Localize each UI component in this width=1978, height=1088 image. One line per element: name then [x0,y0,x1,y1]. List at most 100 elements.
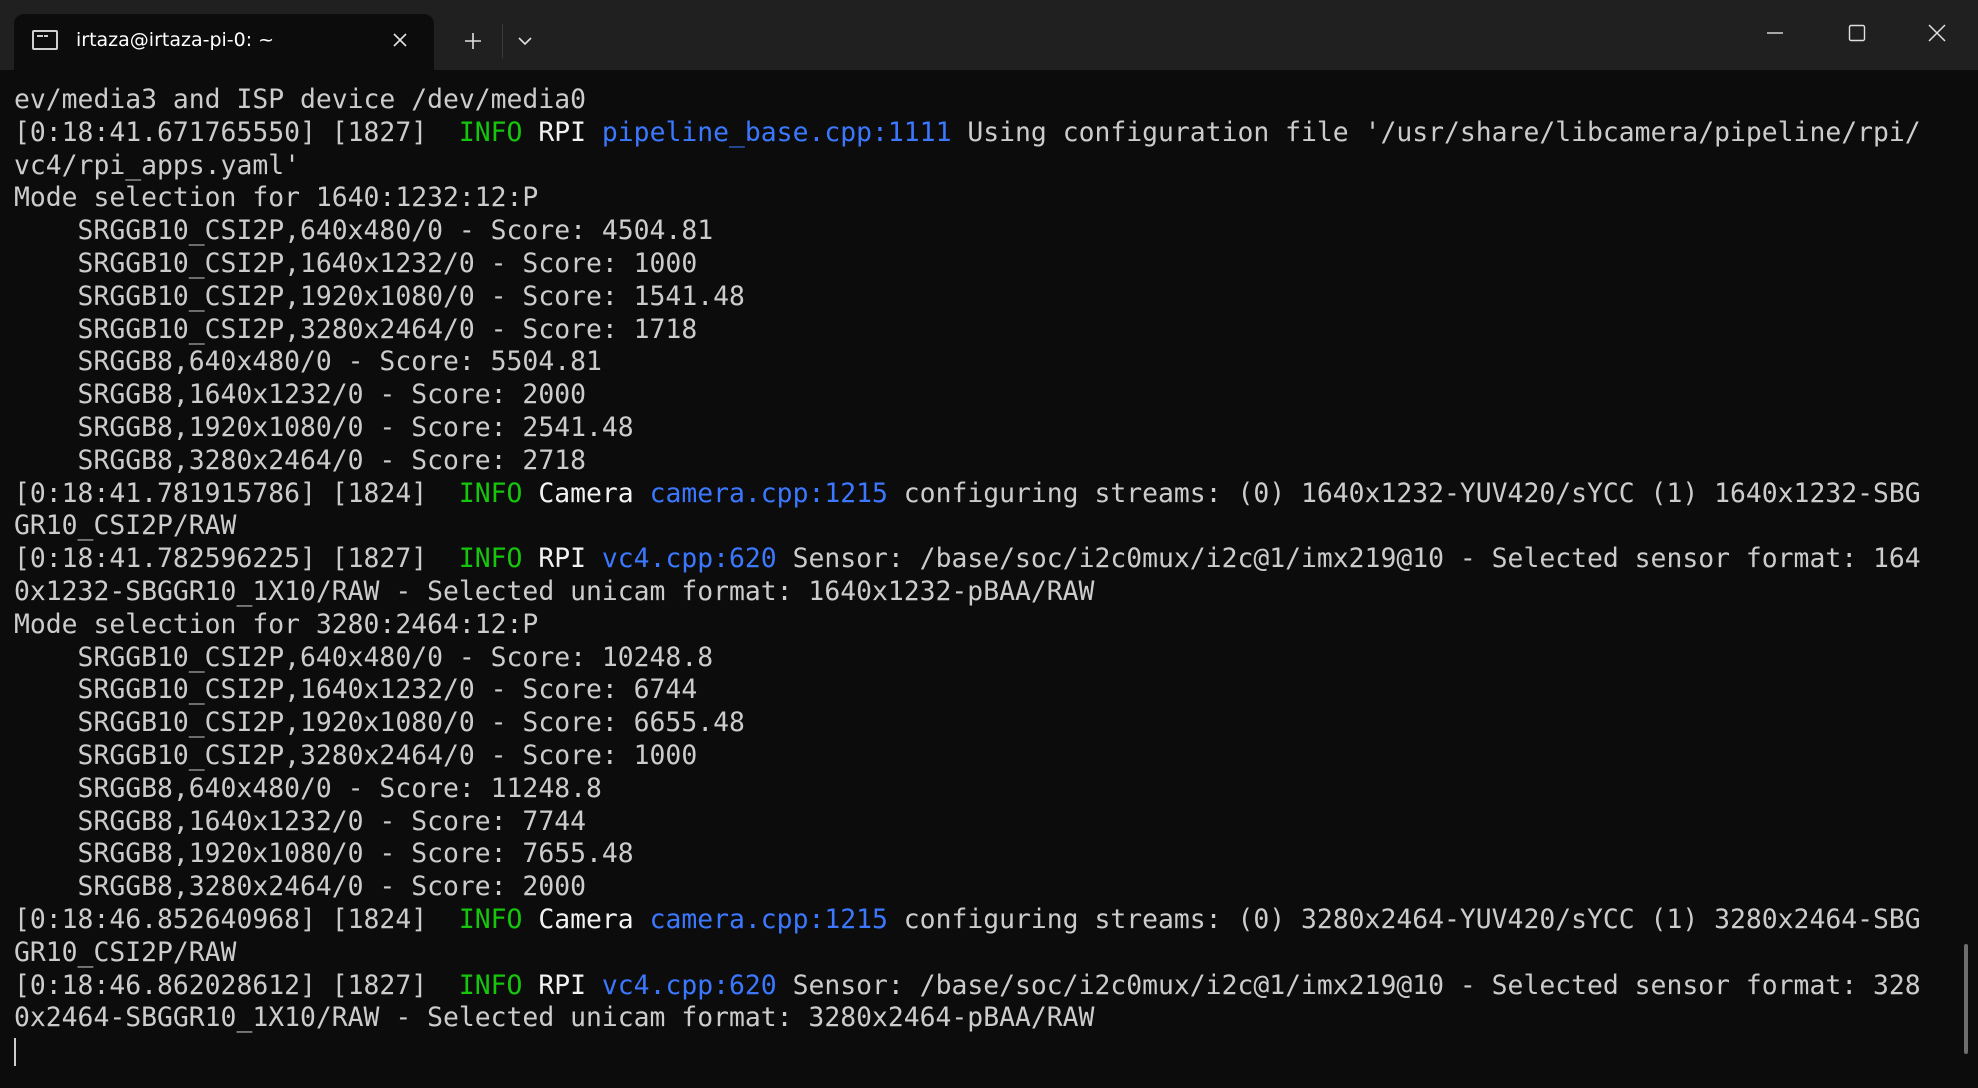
plus-icon [465,33,481,49]
prompt-line[interactable] [14,1035,1944,1068]
terminal-output[interactable]: ev/media3 and ISP device /dev/media0 [0:1… [14,84,1944,1084]
log-line: [0:18:46.862028612] [1827] INFO RPI vc4.… [14,970,1944,1003]
terminal-icon [32,30,58,50]
log-line: [0:18:41.781915786] [1824] INFO Camera c… [14,478,1944,511]
terminal-line: GR10_CSI2P/RAW [14,510,1944,543]
tab-title: irtaza@irtaza-pi-0: ~ [76,29,275,51]
terminal-line: 0x1232-SBGGR10_1X10/RAW - Selected unica… [14,576,1944,609]
tab-separator [502,24,503,58]
terminal-line-text: Mode selection for 1640:1232:12:P [14,182,539,214]
terminal-line-text: vc4/rpi_apps.yaml' [14,149,300,181]
terminal-line-text: SRGGB8,1920x1080/0 - Score: 2541.48 [14,411,634,443]
log-message: Sensor: /base/soc/i2c0mux/i2c@1/imx219@1… [776,969,1921,1001]
terminal-line-text: SRGGB8,640x480/0 - Score: 5504.81 [14,346,602,378]
terminal-line-text: SRGGB8,3280x2464/0 - Score: 2000 [14,871,586,903]
terminal-line-text: SRGGB10_CSI2P,1640x1232/0 - Score: 1000 [14,247,698,279]
log-line: [0:18:41.671765550] [1827] INFO RPI pipe… [14,117,1944,150]
terminal-line-text: SRGGB10_CSI2P,640x480/0 - Score: 10248.8 [14,641,714,673]
log-level: INFO [458,903,523,935]
close-icon [393,33,407,47]
log-category: RPI [538,116,587,148]
minimize-icon [1767,32,1783,34]
maximize-button[interactable] [1816,0,1898,66]
terminal-line: SRGGB10_CSI2P,1640x1232/0 - Score: 1000 [14,248,1944,281]
terminal-line: ev/media3 and ISP device /dev/media0 [14,84,1944,117]
scrollbar-thumb[interactable] [1964,944,1968,1054]
terminal-line: Mode selection for 1640:1232:12:P [14,182,1944,215]
log-level: INFO [458,969,523,1001]
log-message: Sensor: /base/soc/i2c0mux/i2c@1/imx219@1… [776,543,1921,575]
text-cursor [14,1037,16,1066]
terminal-line-text: 0x2464-SBGGR10_1X10/RAW - Selected unica… [14,1002,1095,1034]
log-timestamp: [0:18:41.781915786] [1824] [14,477,459,509]
terminal-line-text: SRGGB10_CSI2P,640x480/0 - Score: 4504.81 [14,215,714,247]
terminal-line: SRGGB10_CSI2P,3280x2464/0 - Score: 1718 [14,314,1944,347]
terminal-line: 0x2464-SBGGR10_1X10/RAW - Selected unica… [14,1002,1944,1035]
terminal-line: SRGGB8,3280x2464/0 - Score: 2000 [14,871,1944,904]
log-category: RPI [538,969,587,1001]
close-icon [1928,24,1946,42]
terminal-line-text: SRGGB10_CSI2P,3280x2464/0 - Score: 1000 [14,739,698,771]
terminal-line: SRGGB10_CSI2P,1920x1080/0 - Score: 1541.… [14,281,1944,314]
tab-terminal[interactable]: irtaza@irtaza-pi-0: ~ [14,14,434,70]
log-timestamp: [0:18:46.862028612] [1827] [14,969,459,1001]
log-level: INFO [458,116,523,148]
terminal-line: SRGGB10_CSI2P,640x480/0 - Score: 4504.81 [14,215,1944,248]
terminal-line: SRGGB8,1920x1080/0 - Score: 7655.48 [14,838,1944,871]
log-source: vc4.cpp:620 [601,543,777,575]
chevron-down-icon [518,37,532,46]
minimize-button[interactable] [1734,0,1816,66]
log-timestamp: [0:18:41.671765550] [1827] [14,116,459,148]
log-timestamp: [0:18:41.782596225] [1827] [14,543,459,575]
new-tab-button[interactable] [454,22,492,60]
terminal-line-text: SRGGB8,640x480/0 - Score: 11248.8 [14,772,602,804]
terminal-line-text: ev/media3 and ISP device /dev/media0 [14,84,586,115]
maximize-icon [1848,24,1866,42]
profile-dropdown-button[interactable] [508,22,542,60]
terminal-line-text: 0x1232-SBGGR10_1X10/RAW - Selected unica… [14,575,1095,607]
log-category: RPI [538,543,587,575]
close-button[interactable] [1896,0,1978,66]
terminal-line: SRGGB10_CSI2P,3280x2464/0 - Score: 1000 [14,740,1944,773]
terminal-line: SRGGB8,640x480/0 - Score: 11248.8 [14,773,1944,806]
tab-close-button[interactable] [384,24,416,56]
terminal-window: irtaza@irtaza-pi-0: ~ ev/media3 and ISP … [0,0,1978,1088]
log-level: INFO [458,477,523,509]
terminal-line: SRGGB10_CSI2P,640x480/0 - Score: 10248.8 [14,642,1944,675]
terminal-line: vc4/rpi_apps.yaml' [14,150,1944,183]
log-message: Using configuration file '/usr/share/lib… [951,116,1921,148]
log-source: camera.cpp:1215 [649,477,888,509]
terminal-line: SRGGB8,1640x1232/0 - Score: 7744 [14,806,1944,839]
terminal-line-text: SRGGB10_CSI2P,1920x1080/0 - Score: 1541.… [14,280,745,312]
terminal-line-text: SRGGB8,3280x2464/0 - Score: 2718 [14,444,586,476]
log-message: configuring streams: (0) 3280x2464-YUV42… [887,903,1921,935]
terminal-line: SRGGB8,1920x1080/0 - Score: 2541.48 [14,412,1944,445]
log-source: camera.cpp:1215 [649,903,888,935]
terminal-line: SRGGB10_CSI2P,1640x1232/0 - Score: 6744 [14,674,1944,707]
terminal-line-text: SRGGB8,1920x1080/0 - Score: 7655.48 [14,838,634,870]
terminal-line: SRGGB8,640x480/0 - Score: 5504.81 [14,346,1944,379]
log-timestamp: [0:18:46.852640968] [1824] [14,903,459,935]
log-source: pipeline_base.cpp:1111 [601,116,952,148]
terminal-line-text: SRGGB10_CSI2P,3280x2464/0 - Score: 1718 [14,313,698,345]
log-line: [0:18:41.782596225] [1827] INFO RPI vc4.… [14,543,1944,576]
log-source: vc4.cpp:620 [601,969,777,1001]
terminal-line: SRGGB8,1640x1232/0 - Score: 2000 [14,379,1944,412]
log-line: [0:18:46.852640968] [1824] INFO Camera c… [14,904,1944,937]
terminal-line-text: GR10_CSI2P/RAW [14,936,237,968]
terminal-line-text: SRGGB10_CSI2P,1640x1232/0 - Score: 6744 [14,674,698,706]
title-bar: irtaza@irtaza-pi-0: ~ [0,0,1978,70]
terminal-line-text: Mode selection for 3280:2464:12:P [14,608,539,640]
terminal-line-text: SRGGB10_CSI2P,1920x1080/0 - Score: 6655.… [14,707,745,739]
terminal-line-text: SRGGB8,1640x1232/0 - Score: 2000 [14,379,586,411]
terminal-line: SRGGB8,3280x2464/0 - Score: 2718 [14,445,1944,478]
log-category: Camera [538,903,634,935]
terminal-line: SRGGB10_CSI2P,1920x1080/0 - Score: 6655.… [14,707,1944,740]
log-category: Camera [538,477,634,509]
terminal-line-text: GR10_CSI2P/RAW [14,510,237,542]
log-message: configuring streams: (0) 1640x1232-YUV42… [887,477,1921,509]
log-level: INFO [458,543,523,575]
terminal-line-text: SRGGB8,1640x1232/0 - Score: 7744 [14,805,586,837]
terminal-line: Mode selection for 3280:2464:12:P [14,609,1944,642]
terminal-line: GR10_CSI2P/RAW [14,937,1944,970]
